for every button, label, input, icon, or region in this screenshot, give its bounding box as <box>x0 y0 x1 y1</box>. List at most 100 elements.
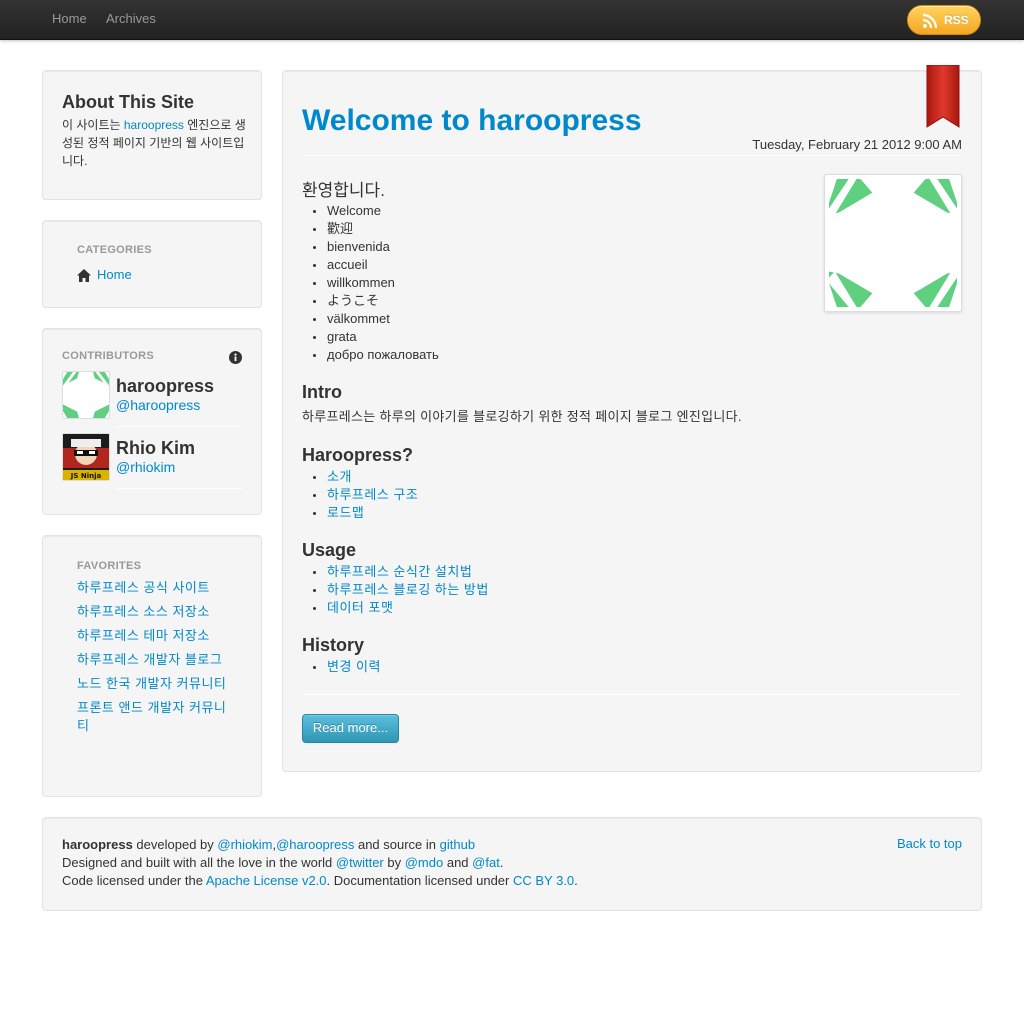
usage-heading: Usage <box>302 540 357 560</box>
footer-license: Code licensed under the Apache License v… <box>62 872 578 890</box>
welcome-heading: 환영합니다. <box>302 181 385 200</box>
footer-text: . Documentation licensed under <box>326 873 513 888</box>
back-to-top-link[interactable]: Back to top <box>897 836 962 851</box>
footer-text: and <box>443 855 473 870</box>
categories-header: Categories <box>77 244 152 256</box>
categories-box: Categories Home <box>42 220 262 308</box>
doc-list-item: 하루프레스 구조 <box>302 486 902 504</box>
doc-list-item: 로드맵 <box>302 504 902 522</box>
footer-apache-link[interactable]: Apache License v2.0 <box>206 873 327 888</box>
greeting-item: välkommet <box>302 310 902 328</box>
about-text: 이 사이트는 haroopress 엔진으로 생성된 정적 페이지 기반의 웹 … <box>62 116 246 170</box>
contributor-divider <box>116 488 242 489</box>
footer-design-credits: Designed and built with all the love in … <box>62 854 503 872</box>
footer-text: and source in <box>354 837 440 852</box>
doc-link[interactable]: 하루프레스 순식간 설치법 <box>327 564 472 579</box>
doc-link[interactable]: 변경 이력 <box>327 659 381 674</box>
rss-label: RSS <box>944 13 969 27</box>
nav-archives-link[interactable]: Archives <box>106 0 156 40</box>
intro-heading: Intro <box>302 382 342 402</box>
greeting-item: ようこそ <box>302 292 902 310</box>
haroopress-links: 소개 하루프레스 구조 로드맵 <box>302 468 902 522</box>
doc-link[interactable]: 하루프레스 구조 <box>327 487 418 502</box>
read-more-button[interactable]: Read more... <box>302 714 399 743</box>
rhiokim-avatar: JS Ninja <box>62 433 110 481</box>
footer-rhiokim-link[interactable]: @rhiokim <box>217 837 272 852</box>
footer: haroopress developed by @rhiokim,@haroop… <box>42 817 982 911</box>
greeting-item: accueil <box>302 256 902 274</box>
info-icon[interactable] <box>229 351 242 367</box>
doc-link[interactable]: 하루프레스 블로깅 하는 방법 <box>327 582 489 597</box>
greetings-list: Welcome 歡迎 bienvenida accueil willkommen… <box>302 202 902 364</box>
doc-link[interactable]: 로드맵 <box>327 505 364 520</box>
footer-text: by <box>383 855 405 870</box>
history-links: 변경 이력 <box>302 658 902 676</box>
favorites-list: 하루프레스 공식 사이트 하루프레스 소스 저장소 하루프레스 테마 저장소 하… <box>77 579 227 741</box>
favorites-header: Favorites <box>77 560 142 572</box>
contributor-handle-link[interactable]: @rhiokim <box>116 459 175 475</box>
footer-text: . <box>499 855 504 870</box>
greeting-item: 歡迎 <box>302 220 902 238</box>
home-icon <box>77 269 91 285</box>
bookmark-ribbon-icon <box>925 64 961 134</box>
contributor-name: Rhio Kim <box>116 438 195 458</box>
favorite-link[interactable]: 하루프레스 테마 저장소 <box>77 627 227 645</box>
footer-mdo-link[interactable]: @mdo <box>405 855 444 870</box>
doc-list-item: 변경 이력 <box>302 658 902 676</box>
doc-link[interactable]: 소개 <box>327 469 352 484</box>
favorite-link[interactable]: 노드 한국 개발자 커뮤니티 <box>77 675 227 693</box>
greeting-item: willkommen <box>302 274 902 292</box>
footer-text: developed by <box>132 837 218 852</box>
footer-fat-link[interactable]: @fat <box>472 855 500 870</box>
about-haroopress-link[interactable]: haroopress <box>124 118 184 132</box>
favorites-box: Favorites 하루프레스 공식 사이트 하루프레스 소스 저장소 하루프레… <box>42 535 262 797</box>
contributors-box: Contributors haroopr <box>42 328 262 515</box>
contributor-rhiokim[interactable]: JS Ninja Rhio Kim @rhiokim <box>62 433 242 489</box>
greeting-item: Welcome <box>302 202 902 220</box>
favorite-link[interactable]: 하루프레스 소스 저장소 <box>77 603 227 621</box>
contributor-handle-link[interactable]: @haroopress <box>116 397 200 413</box>
doc-link[interactable]: 데이터 포맷 <box>327 600 393 615</box>
rss-icon <box>922 13 938 32</box>
footer-text: Designed and built with all the love in … <box>62 855 336 870</box>
footer-credits: haroopress developed by @rhiokim,@haroop… <box>62 836 475 854</box>
article-date: Tuesday, February 21 2012 9:00 AM <box>752 137 962 152</box>
haroopress-avatar <box>62 371 110 419</box>
doc-list-item: 하루프레스 블로깅 하는 방법 <box>302 581 902 599</box>
intro-text: 하루프레스는 하루의 이야기를 블로깅하기 위한 정적 페이지 블로그 엔진입니… <box>302 409 742 424</box>
article-title[interactable]: Welcome to haroopress <box>302 103 642 139</box>
greeting-item: добро пожаловать <box>302 346 902 364</box>
js-ninja-label: JS Ninja <box>70 472 102 480</box>
greeting-item: grata <box>302 328 902 346</box>
about-box: About This Site 이 사이트는 haroopress 엔진으로 생… <box>42 70 262 200</box>
footer-brand: haroopress <box>62 837 133 852</box>
favorite-link[interactable]: 프론트 앤드 개발자 커뮤니티 <box>77 699 227 735</box>
favorite-link[interactable]: 하루프레스 개발자 블로그 <box>77 651 227 669</box>
nav-home-link[interactable]: Home <box>52 0 87 40</box>
article-box: Welcome to haroopress Tuesday, February … <box>282 64 982 772</box>
category-home-link[interactable]: Home <box>97 267 132 282</box>
about-text-before: 이 사이트는 <box>62 118 124 132</box>
footer-ccby-link[interactable]: CC BY 3.0 <box>513 873 574 888</box>
doc-list-item: 데이터 포맷 <box>302 599 902 617</box>
usage-links: 하루프레스 순식간 설치법 하루프레스 블로깅 하는 방법 데이터 포맷 <box>302 563 902 617</box>
contributors-header: Contributors <box>62 350 155 362</box>
greeting-item: bienvenida <box>302 238 902 256</box>
footer-text: Code licensed under the <box>62 873 206 888</box>
favorite-link[interactable]: 하루프레스 공식 사이트 <box>77 579 227 597</box>
content-divider <box>302 694 962 695</box>
footer-github-link[interactable]: github <box>440 837 475 852</box>
haroopress-heading: Haroopress? <box>302 445 414 465</box>
contributor-divider <box>116 426 242 427</box>
rss-button[interactable]: RSS <box>907 5 981 35</box>
about-title: About This Site <box>62 92 194 112</box>
footer-twitter-link[interactable]: @twitter <box>336 855 384 870</box>
top-navbar: Home Archives RSS <box>0 0 1024 40</box>
contributor-name: haroopress <box>116 376 215 396</box>
doc-list-item: 소개 <box>302 468 902 486</box>
footer-text: . <box>574 873 578 888</box>
footer-haroopress-link[interactable]: @haroopress <box>276 837 354 852</box>
doc-list-item: 하루프레스 순식간 설치법 <box>302 563 902 581</box>
contributor-haroopress[interactable]: haroopress @haroopress <box>62 371 242 427</box>
title-divider <box>302 155 962 156</box>
